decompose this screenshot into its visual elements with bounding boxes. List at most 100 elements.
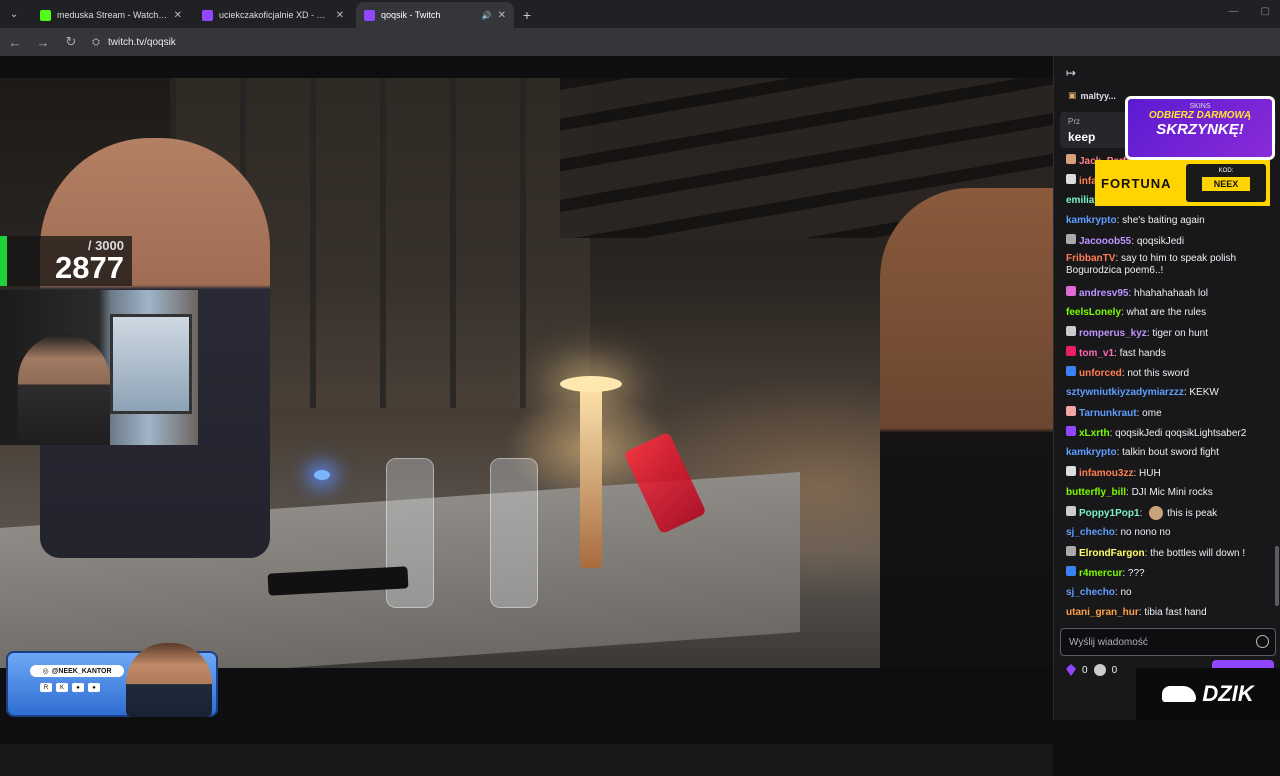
- chat-badge-icon[interactable]: [1066, 234, 1076, 244]
- chat-badge-icon[interactable]: [1066, 546, 1076, 556]
- chat-message-text: no nono no: [1120, 527, 1171, 538]
- chat-username[interactable]: unforced: [1079, 368, 1122, 379]
- chat-message-line: andresv95: hhahahahaah lol: [1066, 286, 1208, 300]
- chat-badge-icon[interactable]: [1066, 566, 1076, 576]
- tab-title: uciekczakoficjalnie XD - Twitch: [219, 10, 330, 20]
- webcam-window: [110, 314, 192, 414]
- url-field[interactable]: ⛭ twitch.tv/qoqsik: [92, 37, 176, 48]
- chat-message-line: kamkrypto: she's baiting again: [1066, 215, 1205, 226]
- chat-username[interactable]: utani_gran_hur: [1066, 607, 1139, 618]
- url-text: twitch.tv/qoqsik: [108, 36, 176, 48]
- goal-count: 2877: [55, 250, 124, 285]
- chat-message-line: feelsLonely: what are the rules: [1066, 307, 1207, 318]
- chat-badge-icon[interactable]: [1066, 366, 1076, 376]
- chat-scrollbar[interactable]: [1275, 546, 1279, 606]
- skins-line2: SKRZYNKĘ!: [1156, 121, 1244, 138]
- chat-badge-icon[interactable]: [1066, 346, 1076, 356]
- chat-username[interactable]: sj_checho: [1066, 587, 1115, 598]
- chat-username[interactable]: ElrondFargon: [1079, 548, 1145, 559]
- close-tab-icon[interactable]: ✕: [336, 10, 344, 21]
- forward-button[interactable]: →: [36, 35, 50, 50]
- new-tab-button[interactable]: +: [514, 2, 540, 28]
- tab-search-button[interactable]: ⌄: [0, 0, 28, 28]
- chat-username[interactable]: sztywniutkiyzadymiarzzz: [1066, 387, 1184, 398]
- chat-username[interactable]: sj_checho: [1066, 527, 1115, 538]
- speaker-icon[interactable]: 🔊: [482, 11, 492, 20]
- chat-message-text: what are the rules: [1126, 307, 1207, 318]
- player-bottom-strip: [0, 744, 1053, 776]
- chat-message-line: Tarnunkraut: ome: [1066, 406, 1162, 420]
- fortuna-code: NEEX: [1201, 177, 1251, 191]
- window-controls: — ▢: [1229, 6, 1270, 17]
- chat-badge-icon[interactable]: [1066, 466, 1076, 476]
- minimize-icon[interactable]: —: [1229, 6, 1239, 17]
- dzik-ad[interactable]: DZIK: [1136, 668, 1280, 720]
- site-info-icon[interactable]: ⛭: [92, 37, 100, 48]
- chat-badge-icon[interactable]: [1066, 286, 1076, 296]
- chat-username[interactable]: andresv95: [1079, 288, 1128, 299]
- fortuna-ad[interactable]: FORTUNA KOD: NEEX: [1095, 160, 1270, 206]
- chat-message-line: tom_v1: fast hands: [1066, 346, 1166, 360]
- chat-username[interactable]: xLxrth: [1079, 428, 1110, 439]
- water-bottle: [490, 458, 538, 608]
- close-tab-icon[interactable]: ✕: [174, 10, 182, 21]
- video-player[interactable]: / 3000 2877: [0, 78, 1053, 668]
- tab-uciekczak[interactable]: uciekczakoficjalnie XD - Twitch ✕: [194, 2, 352, 28]
- chat-message-text: KEKW: [1189, 387, 1219, 398]
- chat-username[interactable]: tom_v1: [1079, 348, 1114, 359]
- bits-icon[interactable]: [1066, 664, 1076, 676]
- chat-messages: Jack_Perfect: HUHinfamou3zz: hahhahaaemi…: [1054, 151, 1276, 619]
- chat-username[interactable]: Poppy1Pop1: [1079, 508, 1140, 519]
- chat-badge-icon[interactable]: [1066, 505, 1076, 516]
- chat-badge-icon[interactable]: [1066, 174, 1076, 184]
- chat-username[interactable]: romperus_kyz: [1079, 328, 1147, 339]
- chat-badge-icon[interactable]: [1066, 426, 1076, 436]
- chat-message: sztywniutkiyzadymiarzzz: KEKW: [1054, 383, 1276, 403]
- chat-message-line: sj_checho: no nono no: [1066, 527, 1171, 538]
- chat-badge-icon[interactable]: [1066, 154, 1076, 164]
- chat-badge-icon[interactable]: [1066, 326, 1076, 336]
- chat-input[interactable]: Wyślij wiadomość: [1060, 628, 1276, 656]
- chat-message: kamkrypto: she's baiting again: [1054, 211, 1276, 231]
- chat-username[interactable]: feelsLonely: [1066, 307, 1121, 318]
- twitch-favicon-icon: [364, 9, 375, 21]
- back-button[interactable]: ←: [8, 35, 22, 50]
- channel-points-icon[interactable]: [1093, 664, 1106, 676]
- chat-username[interactable]: kamkrypto: [1066, 447, 1117, 458]
- collapse-chat-icon[interactable]: ↦: [1066, 66, 1076, 80]
- chat-message-text: tibia fast hand: [1144, 607, 1207, 618]
- chat-message-line: butterfly_bill: DJI Mic Mini rocks: [1066, 487, 1213, 498]
- chat-message-line: ElrondFargon: the bottles will down !: [1066, 546, 1245, 560]
- chat-input-placeholder: Wyślij wiadomość: [1069, 636, 1148, 648]
- tab-qoqsik[interactable]: qoqsik - Twitch 🔊 ✕: [356, 2, 514, 28]
- chat-username[interactable]: kamkrypto: [1066, 215, 1117, 226]
- chat-username[interactable]: Jacooob55: [1079, 236, 1131, 247]
- emote-picker-icon[interactable]: [1256, 635, 1269, 648]
- maximize-icon[interactable]: ▢: [1261, 6, 1270, 17]
- chat-username[interactable]: butterfly_bill: [1066, 487, 1126, 498]
- chat-message-line: Jacooob55: qoqsikJedi: [1066, 234, 1184, 248]
- tab-meduska[interactable]: meduska Stream - Watch Live o ✕: [32, 2, 190, 28]
- chat-badge-icon[interactable]: [1066, 406, 1076, 416]
- reload-button[interactable]: ↻: [64, 34, 78, 50]
- chat-message-text: the bottles will down !: [1150, 548, 1246, 559]
- browser-tab-bar: ⌄ meduska Stream - Watch Live o ✕ uciekc…: [0, 0, 1280, 28]
- chat-message-line: FribbanTV: say to him to speak polish Bo…: [1066, 253, 1237, 276]
- chat-message: tom_v1: fast hands: [1054, 343, 1276, 363]
- close-tab-icon[interactable]: ✕: [498, 10, 506, 21]
- neek-handle-text: @NEEK_KANTOR: [51, 667, 112, 675]
- chat-message: Poppy1Pop1: this is peak: [1054, 503, 1276, 523]
- chat-message-text: she's baiting again: [1122, 215, 1205, 226]
- chat-message: feelsLonely: what are the rules: [1054, 303, 1276, 323]
- points-count: 0: [1111, 664, 1118, 676]
- woman-person: [880, 188, 1053, 668]
- kick-favicon-icon: [40, 9, 51, 21]
- chat-username[interactable]: r4mercur: [1079, 568, 1122, 579]
- chat-username[interactable]: Tarnunkraut: [1079, 408, 1137, 419]
- chat-username[interactable]: FribbanTV: [1066, 253, 1115, 264]
- chat-username[interactable]: infamou3zz: [1079, 468, 1133, 479]
- chat-message: unforced: not this sword: [1054, 363, 1276, 383]
- skins-ad[interactable]: SKINS ODBIERZ DARMOWĄ SKRZYNKĘ!: [1125, 96, 1275, 160]
- r-icon: R: [40, 683, 52, 692]
- twitch-page: / 3000 2877 ◎ @NEEK_KANTOR R K ● ● ↦ ▣ m…: [0, 56, 1280, 776]
